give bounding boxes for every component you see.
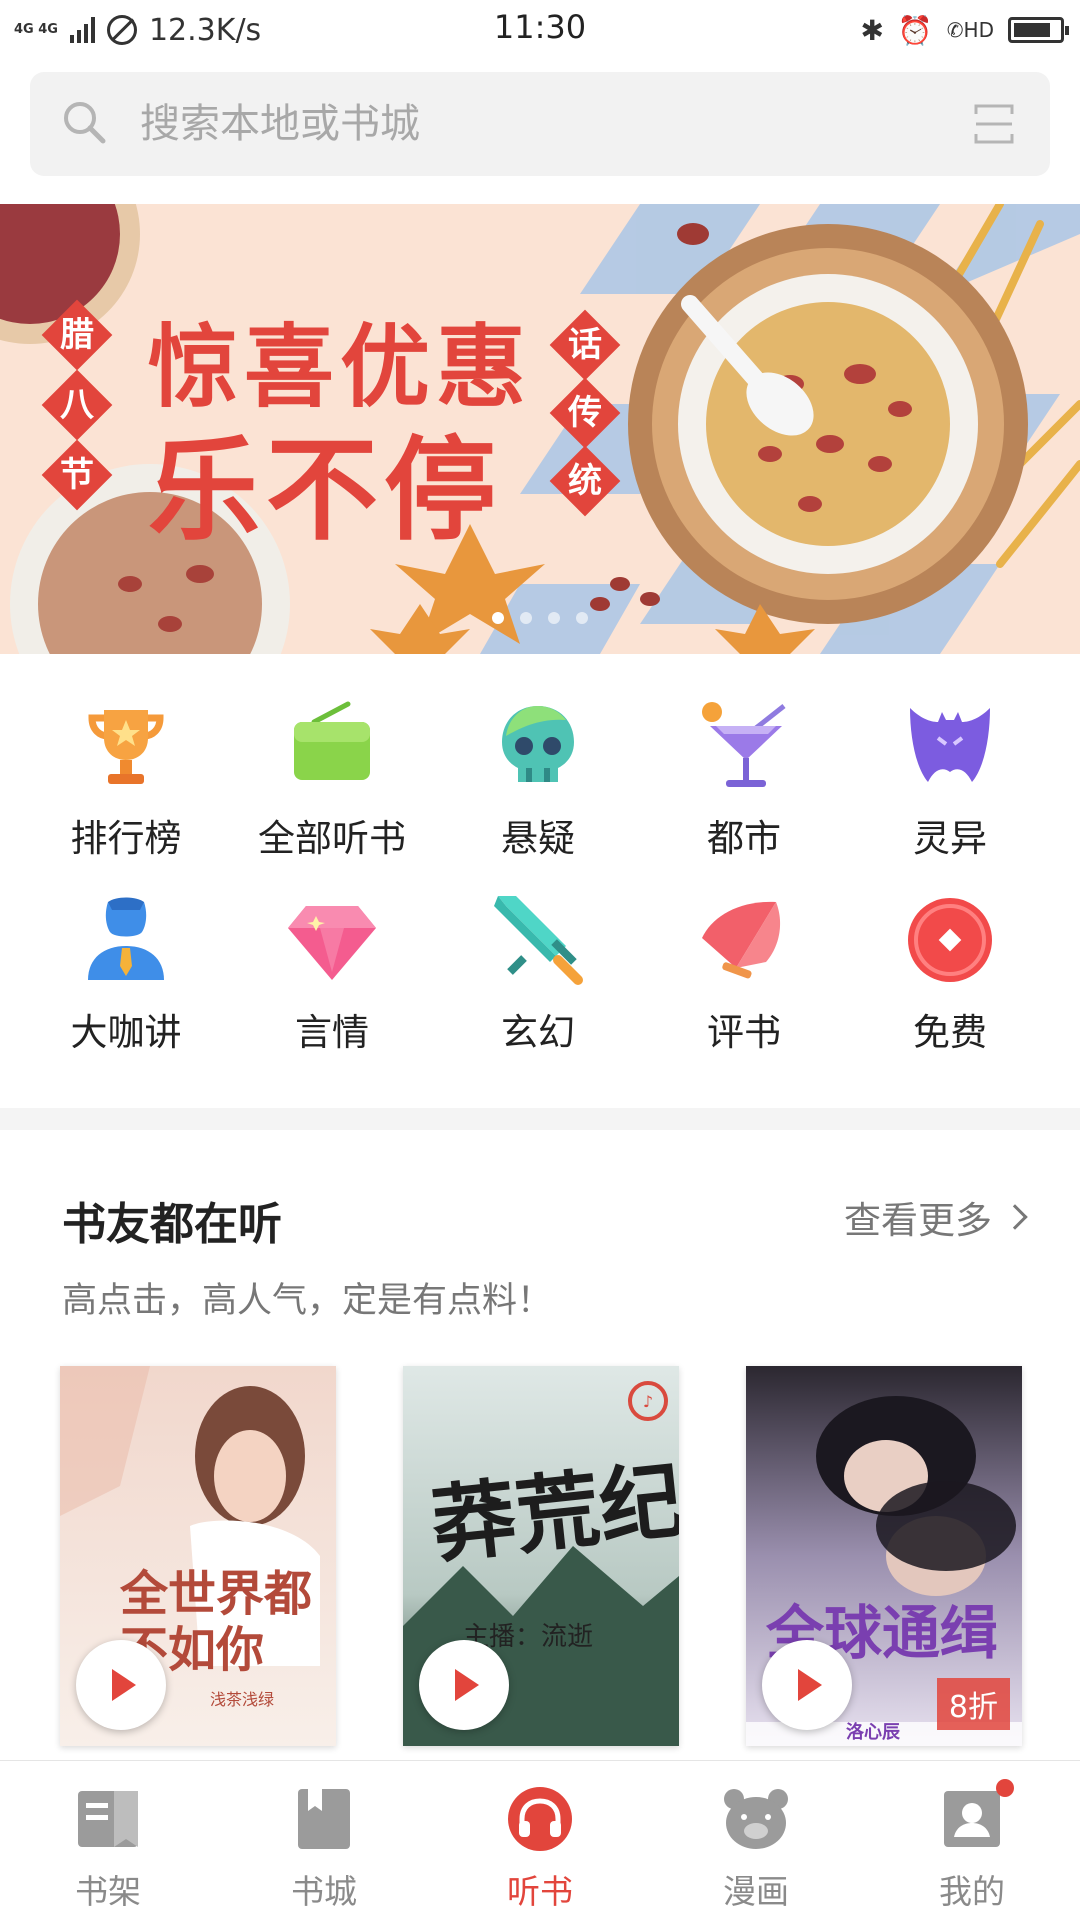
banner-title-2: 乐不停 xyxy=(148,426,502,556)
category-label: 玄幻 xyxy=(501,1011,575,1054)
play-button[interactable] xyxy=(419,1640,509,1730)
banner-dot[interactable] xyxy=(548,612,560,624)
bookstore-icon xyxy=(298,1789,350,1849)
tab-bookshelf[interactable]: 书架 xyxy=(0,1761,216,1920)
book-card[interactable]: 全世界都不如你 浅茶浅绿 xyxy=(60,1366,336,1746)
book-card[interactable]: ♪ 莽荒纪 主播：流逝 xyxy=(403,1366,679,1746)
tab-profile[interactable]: 我的 xyxy=(864,1761,1080,1920)
banner-tag-right-3: 统 xyxy=(549,445,621,517)
banner-dot[interactable] xyxy=(492,612,504,624)
tab-audiobooks[interactable]: 听书 xyxy=(432,1761,648,1920)
diamond-icon xyxy=(288,906,376,980)
section-divider xyxy=(0,1108,1080,1130)
search-bar[interactable] xyxy=(30,72,1050,176)
category-label: 免费 xyxy=(913,1011,987,1054)
skull-icon xyxy=(502,706,574,782)
speaker-person-icon xyxy=(88,897,164,980)
bear-icon xyxy=(724,1789,788,1849)
category-label: 评书 xyxy=(707,1011,781,1054)
banner-tag-left-3: 节 xyxy=(41,439,113,511)
category-free[interactable]: 免费 xyxy=(847,884,1053,1078)
section-subtitle: 高点击，高人气，定是有点料！ xyxy=(62,1281,553,1321)
search-input[interactable] xyxy=(140,72,940,176)
alarm-icon: ⏰ xyxy=(897,13,933,47)
category-romance[interactable]: 言情 xyxy=(229,884,435,1078)
svg-text:♪: ♪ xyxy=(643,1392,653,1411)
category-label: 全部听书 xyxy=(258,817,406,860)
discount-badge: 8折 xyxy=(936,1678,1010,1730)
cocktail-icon xyxy=(702,702,786,787)
tab-label: 我的 xyxy=(939,1872,1005,1911)
see-more-label: 查看更多 xyxy=(844,1199,992,1242)
tab-label: 听书 xyxy=(507,1872,573,1911)
category-label: 大咖讲 xyxy=(70,1011,182,1054)
book-author: 浅茶浅绿 xyxy=(210,1690,275,1709)
hd-label: HD xyxy=(963,18,994,42)
category-label: 都市 xyxy=(707,817,781,860)
radio-icon xyxy=(294,701,370,780)
tab-bookstore[interactable]: 书城 xyxy=(216,1761,432,1920)
category-label: 悬疑 xyxy=(501,817,575,860)
bottom-tab-bar: 书架 书城 听书 漫画 我的 xyxy=(0,1760,1080,1920)
headphones-icon xyxy=(508,1787,572,1851)
category-label: 排行榜 xyxy=(70,817,182,860)
category-supernatural[interactable]: 灵异 xyxy=(847,690,1053,884)
battery-icon xyxy=(1008,17,1069,43)
banner-pagination[interactable] xyxy=(0,612,1080,624)
book-cover-title: 莽荒纪 xyxy=(427,1450,679,1575)
banner-tag-left-1: 腊 xyxy=(41,299,113,371)
book-card[interactable]: 全球通缉 洛心辰 8折 xyxy=(746,1366,1022,1746)
section-title: 书友都在听 xyxy=(62,1199,282,1250)
search-icon xyxy=(64,102,106,144)
bluetooth-icon: ✱ xyxy=(860,13,884,47)
banner-dot[interactable] xyxy=(520,612,532,624)
tab-label: 书城 xyxy=(291,1872,357,1911)
category-label: 灵异 xyxy=(913,817,987,860)
category-experts[interactable]: 大咖讲 xyxy=(23,884,229,1078)
see-more-link[interactable]: 查看更多 xyxy=(844,1190,1028,1244)
category-urban[interactable]: 都市 xyxy=(641,690,847,884)
book-author: 洛心辰 xyxy=(846,1722,900,1743)
category-all-audiobooks[interactable]: 全部听书 xyxy=(229,690,435,884)
tab-label: 书架 xyxy=(75,1872,141,1911)
status-bar: 4G 4G 12.3K/s 11:30 ✱ ⏰ ✆HD xyxy=(0,0,1080,60)
hd-call-icon: ✆HD xyxy=(946,18,994,42)
category-grid: 排行榜 全部听书 悬疑 都市 灵异 大咖讲 言情 玄幻 评书 免费 xyxy=(0,690,1080,1078)
promo-banner[interactable]: 腊 八 节 惊喜优惠 乐不停 话 传 统 xyxy=(0,204,1080,654)
scan-icon[interactable] xyxy=(972,102,1016,146)
category-label: 言情 xyxy=(295,1011,369,1054)
status-right: ✱ ⏰ ✆HD xyxy=(860,10,1069,50)
category-suspense[interactable]: 悬疑 xyxy=(435,690,641,884)
banner-tag-right-2: 传 xyxy=(549,377,621,449)
category-ranking[interactable]: 排行榜 xyxy=(23,690,229,884)
category-fantasy[interactable]: 玄幻 xyxy=(435,884,641,1078)
banner-tag-right-1: 话 xyxy=(549,309,621,381)
category-storytelling[interactable]: 评书 xyxy=(641,884,847,1078)
play-button[interactable] xyxy=(762,1640,852,1730)
banner-dot[interactable] xyxy=(576,612,588,624)
trophy-icon xyxy=(88,710,164,784)
bookshelf-icon xyxy=(78,1791,138,1847)
book-list: 全世界都不如你 浅茶浅绿 ♪ 莽荒纪 主播：流逝 全球通缉 洛心辰 8折 xyxy=(60,1366,1040,1746)
notification-dot xyxy=(996,1779,1014,1797)
tab-comics[interactable]: 漫画 xyxy=(648,1761,864,1920)
profile-icon xyxy=(944,1791,1000,1847)
sword-icon xyxy=(494,896,583,985)
tab-label: 漫画 xyxy=(723,1872,789,1911)
banner-tag-left-2: 八 xyxy=(41,369,113,441)
coin-icon xyxy=(908,898,992,982)
play-button[interactable] xyxy=(76,1640,166,1730)
profile-icon-wrap xyxy=(938,1779,1014,1853)
chevron-right-icon xyxy=(1002,1204,1028,1230)
fan-icon xyxy=(702,901,781,979)
bat-icon xyxy=(910,708,990,782)
